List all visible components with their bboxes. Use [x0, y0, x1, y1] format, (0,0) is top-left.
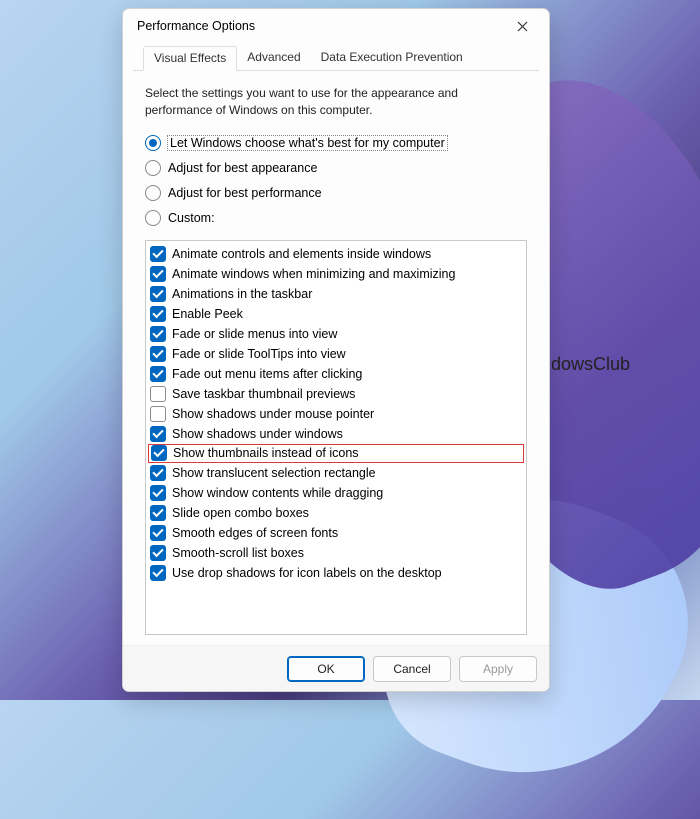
checkbox-label: Animate windows when minimizing and maxi… [172, 267, 455, 281]
checkbox-icon [150, 406, 166, 422]
checkbox-icon [150, 306, 166, 322]
checkbox-icon [150, 366, 166, 382]
titlebar: Performance Options [123, 9, 549, 43]
checkbox-label: Fade out menu items after clicking [172, 367, 362, 381]
list-item[interactable]: Animate windows when minimizing and maxi… [146, 264, 526, 284]
checkbox-label: Show shadows under mouse pointer [172, 407, 374, 421]
list-item[interactable]: Save taskbar thumbnail previews [146, 384, 526, 404]
checkbox-label: Show translucent selection rectangle [172, 466, 376, 480]
checkbox-icon [150, 346, 166, 362]
list-item-highlighted[interactable]: Show thumbnails instead of icons [148, 444, 524, 463]
checkbox-icon [150, 525, 166, 541]
list-item[interactable]: Fade or slide ToolTips into view [146, 344, 526, 364]
list-item[interactable]: Smooth-scroll list boxes [146, 543, 526, 563]
ok-button[interactable]: OK [287, 656, 365, 682]
visual-effects-listbox[interactable]: Animate controls and elements inside win… [145, 240, 527, 635]
performance-options-dialog: Performance Options Visual Effects Advan… [122, 8, 550, 692]
checkbox-icon [151, 445, 167, 461]
checkbox-icon [150, 326, 166, 342]
radio-icon [145, 135, 161, 151]
list-item[interactable]: Animate controls and elements inside win… [146, 244, 526, 264]
radio-best-performance[interactable]: Adjust for best performance [145, 181, 527, 206]
radio-label: Adjust for best appearance [168, 161, 317, 175]
radio-icon [145, 185, 161, 201]
close-icon [517, 21, 528, 32]
list-item[interactable]: Use drop shadows for icon labels on the … [146, 563, 526, 583]
checkbox-label: Show shadows under windows [172, 427, 343, 441]
list-item[interactable]: Fade out menu items after clicking [146, 364, 526, 384]
list-item[interactable]: Fade or slide menus into view [146, 324, 526, 344]
checkbox-label: Save taskbar thumbnail previews [172, 387, 355, 401]
radio-icon [145, 210, 161, 226]
list-item[interactable]: Show translucent selection rectangle [146, 463, 526, 483]
list-item[interactable]: Show shadows under windows [146, 424, 526, 444]
apply-button[interactable]: Apply [459, 656, 537, 682]
dialog-title: Performance Options [137, 19, 501, 33]
tabstrip: Visual Effects Advanced Data Execution P… [133, 45, 539, 71]
cancel-button[interactable]: Cancel [373, 656, 451, 682]
checkbox-label: Fade or slide menus into view [172, 327, 337, 341]
checkbox-icon [150, 286, 166, 302]
tab-dep[interactable]: Data Execution Prevention [311, 46, 473, 71]
checkbox-label: Show window contents while dragging [172, 486, 383, 500]
instruction-text: Select the settings you want to use for … [145, 85, 527, 119]
radio-label: Let Windows choose what's best for my co… [168, 136, 447, 150]
radio-label: Custom: [168, 211, 215, 225]
list-item[interactable]: Animations in the taskbar [146, 284, 526, 304]
checkbox-icon [150, 426, 166, 442]
radio-icon [145, 160, 161, 176]
radio-best-appearance[interactable]: Adjust for best appearance [145, 156, 527, 181]
tab-advanced[interactable]: Advanced [237, 46, 310, 71]
checkbox-icon [150, 565, 166, 581]
checkbox-icon [150, 266, 166, 282]
checkbox-label: Enable Peek [172, 307, 243, 321]
list-item[interactable]: Show window contents while dragging [146, 483, 526, 503]
checkbox-label: Animations in the taskbar [172, 287, 312, 301]
checkbox-icon [150, 485, 166, 501]
list-item[interactable]: Show shadows under mouse pointer [146, 404, 526, 424]
list-item[interactable]: Slide open combo boxes [146, 503, 526, 523]
radio-custom[interactable]: Custom: [145, 206, 527, 231]
checkbox-label: Show thumbnails instead of icons [173, 446, 359, 460]
checkbox-label: Fade or slide ToolTips into view [172, 347, 346, 361]
checkbox-icon [150, 505, 166, 521]
list-item[interactable]: Smooth edges of screen fonts [146, 523, 526, 543]
checkbox-icon [150, 465, 166, 481]
checkbox-label: Smooth-scroll list boxes [172, 546, 304, 560]
close-button[interactable] [501, 12, 543, 40]
checkbox-label: Animate controls and elements inside win… [172, 247, 431, 261]
content-area: Select the settings you want to use for … [123, 71, 549, 645]
tab-visual-effects[interactable]: Visual Effects [143, 46, 237, 71]
checkbox-icon [150, 386, 166, 402]
radio-label: Adjust for best performance [168, 186, 322, 200]
radio-let-windows-choose[interactable]: Let Windows choose what's best for my co… [145, 131, 527, 156]
radio-group: Let Windows choose what's best for my co… [145, 131, 527, 231]
checkbox-label: Smooth edges of screen fonts [172, 526, 338, 540]
list-item[interactable]: Enable Peek [146, 304, 526, 324]
checkbox-label: Use drop shadows for icon labels on the … [172, 566, 442, 580]
checkbox-label: Slide open combo boxes [172, 506, 309, 520]
dialog-footer: OK Cancel Apply [123, 645, 549, 691]
checkbox-icon [150, 246, 166, 262]
checkbox-icon [150, 545, 166, 561]
